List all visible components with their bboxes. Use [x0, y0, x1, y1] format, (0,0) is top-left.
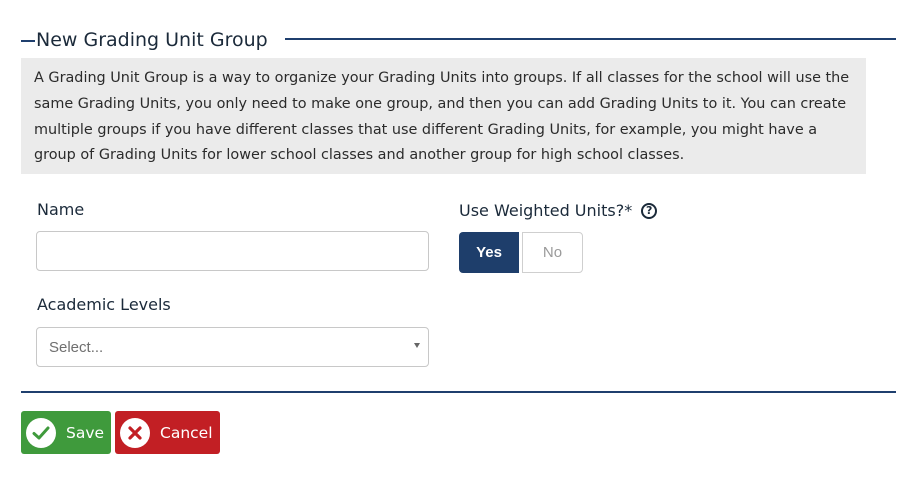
- save-button-label: Save: [66, 423, 105, 442]
- question-circle-icon[interactable]: ?: [641, 202, 658, 219]
- weighted-no-toggle[interactable]: No: [522, 232, 583, 273]
- cancel-button-label: Cancel: [160, 423, 213, 442]
- academic-levels-select[interactable]: Select...: [36, 327, 429, 367]
- save-button[interactable]: Save: [21, 411, 111, 454]
- cancel-button[interactable]: Cancel: [115, 411, 220, 454]
- name-input[interactable]: [36, 231, 429, 271]
- fieldset-legend-line-left: [21, 40, 35, 42]
- name-label: Name: [37, 200, 85, 219]
- weighted-yes-toggle[interactable]: Yes: [459, 232, 519, 273]
- info-box: A Grading Unit Group is a way to organiz…: [21, 58, 866, 174]
- checkmark-icon: [26, 417, 56, 448]
- form-divider: [21, 391, 896, 393]
- academic-levels-placeholder: Select...: [49, 338, 104, 356]
- close-icon: [120, 417, 150, 448]
- fieldset-legend-line-right: [285, 38, 896, 40]
- weighted-units-label: Use Weighted Units?*: [459, 201, 633, 220]
- form-title: New Grading Unit Group: [36, 29, 268, 51]
- weighted-units-label-group: Use Weighted Units?* ?: [459, 201, 658, 220]
- academic-levels-label: Academic Levels: [37, 295, 171, 314]
- chevron-down-icon: [414, 343, 420, 348]
